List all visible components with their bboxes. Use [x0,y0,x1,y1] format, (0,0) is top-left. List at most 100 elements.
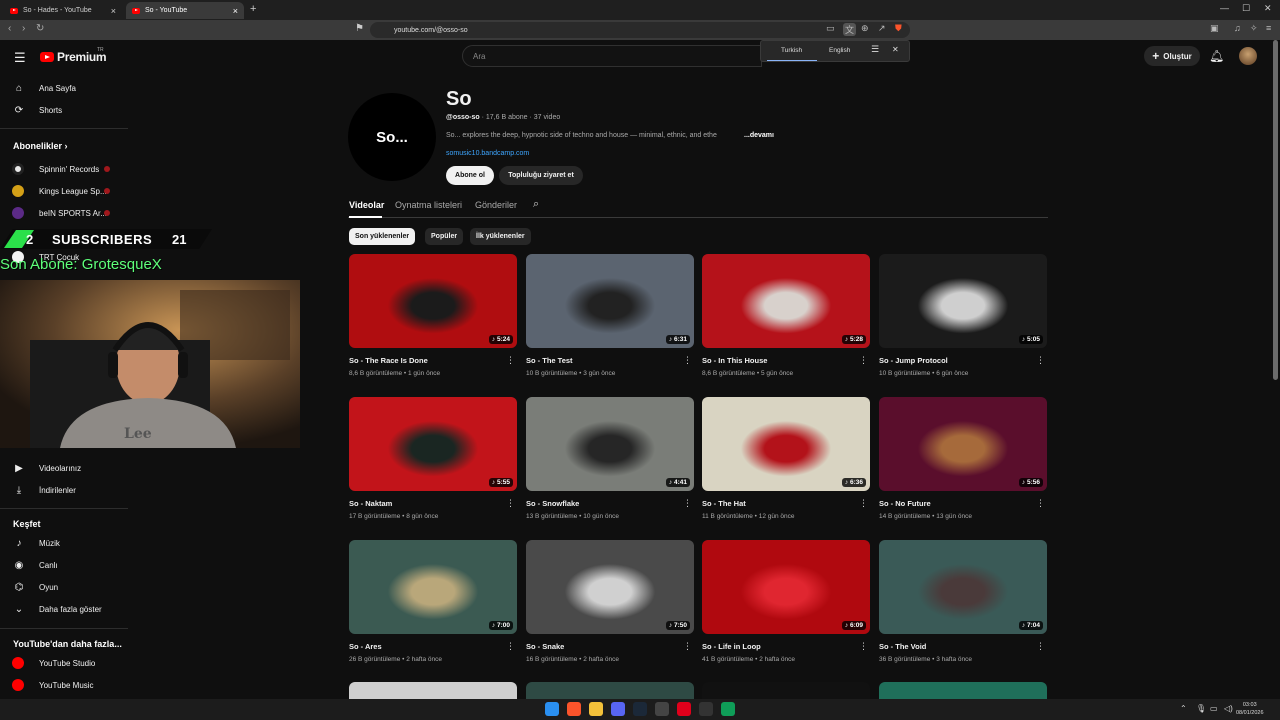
menu-icon[interactable]: ≡ [1266,23,1271,33]
video-card[interactable]: ♪ 5:05 So - Jump Protocol 10 B görüntüleme… [879,254,1047,384]
minimize-icon[interactable]: — [1220,3,1229,13]
video-card[interactable]: ♪ 4:41 So - Snowflake 13 B görüntüleme • 1… [526,397,694,527]
browser-tab[interactable]: So - Hades - YouTube × [4,2,122,19]
close-tab-icon[interactable]: × [233,6,238,16]
more-options-icon[interactable]: ⋮ [1036,355,1045,366]
video-thumbnail[interactable]: ♪ 7:04 [879,540,1047,634]
video-thumbnail[interactable]: ♪ 5:55 [349,397,517,491]
video-title[interactable]: So - Jump Protocol [879,356,948,365]
sidebar-item-show-more[interactable]: ⌄ Daha fazla göster [12,604,102,615]
new-tab-icon[interactable]: + [250,3,256,15]
video-card[interactable]: ♪ 5:24 So - The Race Is Done 8,6 B görüntü… [349,254,517,384]
video-thumbnail[interactable]: ♪ 6:31 [526,254,694,348]
extensions-icon[interactable]: ✧ [1250,23,1258,34]
chip-oldest[interactable]: İlk yüklenenler [470,228,531,245]
video-title[interactable]: So - Snowflake [526,499,579,508]
video-thumbnail[interactable]: ♪ 6:09 [702,540,870,634]
close-tab-icon[interactable]: × [111,6,116,16]
brave-browser-icon[interactable] [567,702,581,716]
video-card[interactable]: ♪ 7:00 So - Ares 26 B görüntüleme • 2 haft… [349,540,517,670]
page-scrollbar[interactable] [1273,40,1278,380]
video-thumbnail-partial[interactable] [879,682,1047,699]
bookmark-icon[interactable]: ⚑ [355,23,364,34]
media-icon[interactable]: ♫ [1234,23,1241,33]
description-more-link[interactable]: ...devamı [744,132,774,139]
sidebar-item-your-videos[interactable]: ▶ Videolarınız [12,463,81,474]
video-card[interactable]: ♪ 7:04 So - The Void 36 B görüntüleme • 3 … [879,540,1047,670]
video-title[interactable]: So - In This House [702,356,767,365]
tab-playlists[interactable]: Oynatma listeleri [395,200,462,210]
subscription-item[interactable]: Kings League Sp... [12,185,107,197]
video-card[interactable]: ♪ 6:31 So - The Test 10 B görüntüleme • 3 … [526,254,694,384]
more-options-icon[interactable]: ⋮ [859,641,868,652]
subscribe-button[interactable]: Abone ol [446,166,494,185]
video-thumbnail[interactable]: ♪ 7:50 [526,540,694,634]
sidebar-item-music[interactable]: ♪ Müzik [12,538,60,549]
more-options-icon[interactable]: ⋮ [1036,498,1045,509]
video-card[interactable]: ♪ 7:50 So - Snake 16 B görüntüleme • 2 haf… [526,540,694,670]
more-options-icon[interactable]: ⋮ [506,355,515,366]
video-card[interactable]: ♪ 6:36 So - The Hat 11 B görüntüleme • 12 … [702,397,870,527]
video-thumbnail[interactable]: ♪ 4:41 [526,397,694,491]
tab-posts[interactable]: Gönderiler [475,200,517,210]
subscription-item[interactable]: beIN SPORTS Ar... [12,207,107,219]
video-thumbnail-partial[interactable] [526,682,694,699]
video-card[interactable]: ♪ 5:28 So - In This House 8,6 B görüntülem… [702,254,870,384]
video-title[interactable]: So - The Race Is Done [349,356,428,365]
app-icon[interactable] [699,702,713,716]
more-options-icon[interactable]: ⋮ [859,355,868,366]
search-input[interactable]: Ara [462,45,762,67]
steam-icon[interactable] [633,702,647,716]
chip-popular[interactable]: Popüler [425,228,464,245]
video-card[interactable]: ♪ 5:56 So - No Future 14 B görüntüleme • 1… [879,397,1047,527]
channel-search-icon[interactable]: ⌕ [533,198,539,211]
subscriptions-heading[interactable]: Abonelikler › [13,141,68,151]
subscription-item[interactable]: Spinnin' Records [12,163,99,175]
video-card[interactable]: ♪ 5:55 So - Naktam 17 B görüntüleme • 8 gü… [349,397,517,527]
chatgpt-icon[interactable] [721,702,735,716]
zoom-icon[interactable]: ⊕ [861,23,869,34]
reload-icon[interactable]: ↻ [36,23,44,34]
back-icon[interactable]: ‹ [8,23,11,34]
video-thumbnail-partial[interactable] [702,682,870,699]
more-options-icon[interactable]: ⋮ [1036,641,1045,652]
brave-shield-icon[interactable]: ⛊ [895,23,902,34]
more-options-icon[interactable]: ⋮ [683,498,692,509]
more-options-icon[interactable]: ⋮ [506,498,515,509]
video-card[interactable]: ♪ 6:09 So - Life in Loop 41 B görüntüleme … [702,540,870,670]
sidebar-item-youtube-music[interactable]: YouTube Music [12,679,94,691]
visit-community-button[interactable]: Topluluğu ziyaret et [499,166,583,185]
more-options-icon[interactable]: ⋮ [683,355,692,366]
video-thumbnail[interactable]: ♪ 5:56 [879,397,1047,491]
video-thumbnail[interactable]: ♪ 5:05 [879,254,1047,348]
opera-icon[interactable] [677,702,691,716]
volume-icon[interactable]: ◁) [1224,704,1233,713]
tray-chevron-icon[interactable]: ⌃ [1180,704,1187,713]
windows-start-icon[interactable] [545,702,559,716]
video-thumbnail[interactable]: ♪ 5:28 [702,254,870,348]
video-title[interactable]: So - The Hat [702,499,746,508]
tab-videos[interactable]: Videolar [349,200,384,210]
video-thumbnail[interactable]: ♪ 6:36 [702,397,870,491]
translate-lang-from[interactable]: Turkish [781,47,802,54]
sidebar-toggle-icon[interactable]: ▣ [1210,23,1219,34]
more-options-icon[interactable]: ⋮ [506,641,515,652]
video-title[interactable]: So - Life in Loop [702,642,761,651]
sidebar-item-shorts[interactable]: ⟳ Shorts [12,105,62,116]
sidebar-item-home[interactable]: ⌂ Ana Sayfa [12,83,76,94]
network-icon[interactable]: ▭ [1210,704,1218,713]
video-title[interactable]: So - No Future [879,499,931,508]
video-thumbnail-partial[interactable] [349,682,517,699]
share-icon[interactable]: ↗ [878,23,886,34]
obs-icon[interactable] [655,702,669,716]
video-title[interactable]: So - Snake [526,642,564,651]
sidebar-item-gaming[interactable]: ⌬ Oyun [12,582,59,593]
maximize-icon[interactable]: ☐ [1242,3,1250,14]
chip-latest[interactable]: Son yüklenenler [349,228,416,245]
sidebar-item-downloads[interactable]: ⤓ İndirilenler [12,485,76,496]
sidebar-item-live[interactable]: ◉ Canlı [12,560,58,571]
video-title[interactable]: So - Ares [349,642,382,651]
more-options-icon[interactable]: ⋮ [859,498,868,509]
user-avatar[interactable] [1239,47,1257,65]
browser-tab-active[interactable]: So - YouTube × [126,2,244,19]
